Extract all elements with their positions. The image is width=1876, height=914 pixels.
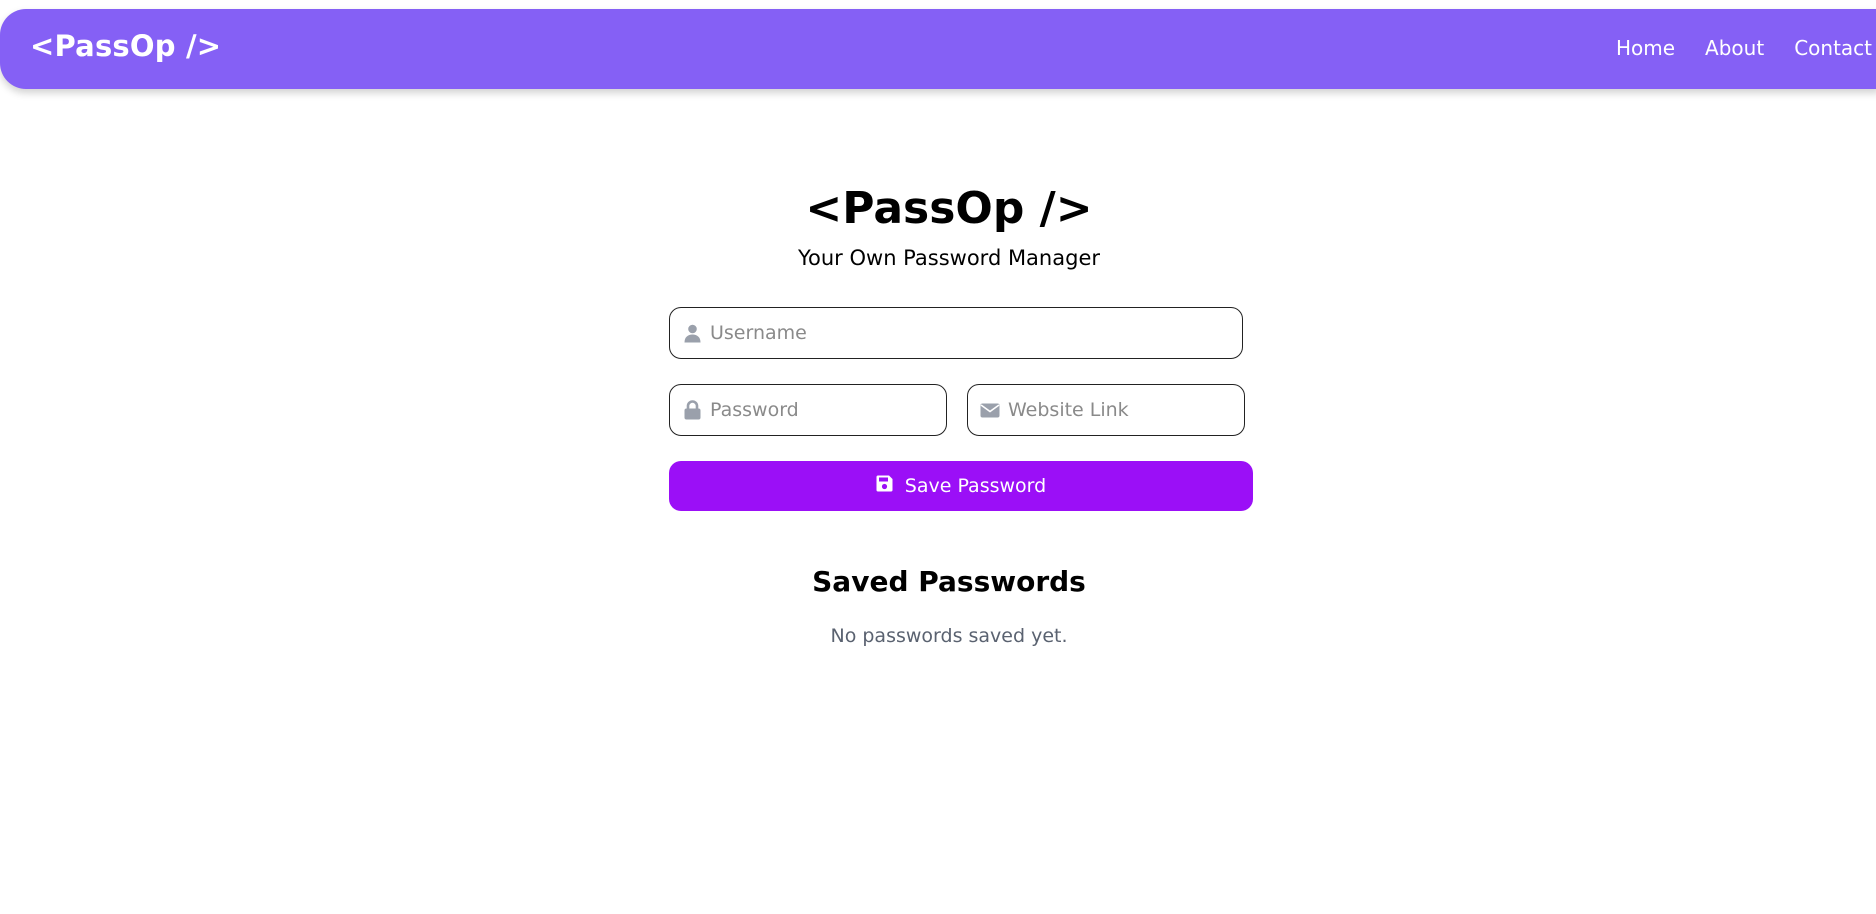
save-password-button[interactable]: Save Password xyxy=(669,461,1253,511)
saved-passwords-heading: Saved Passwords xyxy=(812,565,1086,598)
username-field[interactable] xyxy=(669,307,1243,359)
save-password-label: Save Password xyxy=(904,475,1047,497)
envelope-icon xyxy=(980,400,1000,420)
nav-links: Home About Contact xyxy=(1616,36,1876,60)
empty-state-message: No passwords saved yet. xyxy=(830,625,1068,647)
nav-link-contact[interactable]: Contact xyxy=(1794,36,1872,60)
brand-logo[interactable]: <PassOp /> xyxy=(30,29,221,63)
lock-icon xyxy=(682,400,702,420)
website-field[interactable] xyxy=(967,384,1245,436)
nav-link-home[interactable]: Home xyxy=(1616,36,1675,60)
password-input[interactable] xyxy=(710,399,936,421)
password-field[interactable] xyxy=(669,384,947,436)
page-subtitle: Your Own Password Manager xyxy=(797,246,1100,270)
website-input[interactable] xyxy=(1008,399,1234,421)
nav-link-about[interactable]: About xyxy=(1705,36,1764,60)
floppy-disk-icon xyxy=(876,475,893,497)
page-title: <PassOp /> xyxy=(805,183,1093,234)
user-icon xyxy=(682,323,702,343)
navbar: <PassOp /> Home About Contact xyxy=(0,9,1876,89)
username-input[interactable] xyxy=(710,322,1232,344)
